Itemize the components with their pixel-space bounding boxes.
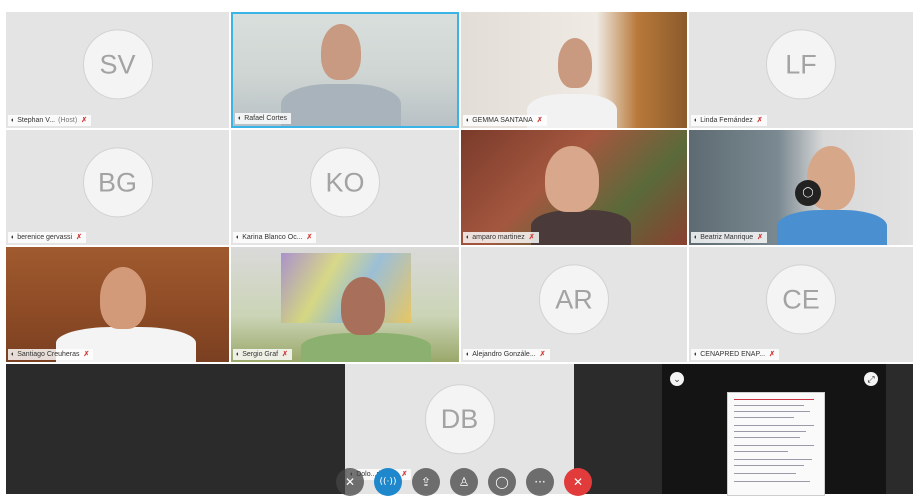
- expand-icon[interactable]: ⤢: [864, 372, 878, 386]
- avatar: CE: [766, 263, 836, 334]
- microphone-icon: ◖: [10, 234, 15, 241]
- microphone-icon: ◖: [465, 351, 470, 358]
- video-person-head: [558, 38, 592, 88]
- muted-icon: ✗: [756, 117, 763, 124]
- participant-name: Sergio Graf: [242, 351, 279, 358]
- participant-name: CENAPRED ENAP...: [700, 351, 766, 358]
- participant-name: amparo martinez: [472, 234, 525, 241]
- muted-icon: ✗: [76, 234, 82, 241]
- hang-up-button[interactable]: ✕: [564, 468, 592, 496]
- participant-tile-karina[interactable]: KO ◖ Karina Blanco Oc... ✗: [231, 130, 459, 245]
- participant-tile-linda[interactable]: LF ◖ Linda Fernández ✗: [689, 12, 913, 128]
- participant-tile-rafael[interactable]: ◖ Rafael Cortes: [231, 12, 459, 128]
- muted-icon: ✗: [282, 351, 288, 358]
- muted-icon: ✗: [306, 234, 313, 241]
- participant-name: Linda Fernández: [700, 117, 753, 124]
- participant-name-label: ◖ Alejandro Gonzále... ✗: [463, 349, 550, 360]
- microphone-icon: ◖: [693, 117, 698, 124]
- participant-name: berenice gervassi: [17, 234, 73, 241]
- muted-icon: ✗: [83, 351, 90, 358]
- participant-name: Stephan V...: [17, 117, 56, 124]
- participant-name: Beatriz Manrique: [700, 234, 754, 241]
- meeting-toolbar: ✕ ((·)) ⇪ ♙ ◯ ··· ✕: [336, 468, 592, 496]
- participant-tile-santiago[interactable]: ◖ Santiago Creuheras ✗: [6, 247, 229, 362]
- muted-icon: ✗: [757, 234, 764, 241]
- participant-name-label: ◖ Linda Fernández ✗: [691, 115, 767, 126]
- participant-name-label: ◖ CENAPRED ENAP... ✗: [691, 349, 779, 360]
- avatar: LF: [766, 29, 836, 100]
- participant-name-label: ◖ Santiago Creuheras ✗: [8, 349, 94, 360]
- muted-icon: ✗: [536, 117, 543, 124]
- video-person-shirt: [301, 333, 431, 362]
- participant-name-label: ◖ GEMMA SANTANA ✗: [463, 115, 547, 126]
- participant-name: GEMMA SANTANA: [472, 117, 533, 124]
- muted-icon: ✗: [528, 234, 535, 241]
- participant-tile-sergio[interactable]: ◖ Sergio Graf ✗: [231, 247, 459, 362]
- participant-tile-stephan[interactable]: SV ◖ Stephan V... (Host) ✗: [6, 12, 229, 128]
- microphone-icon: ◖: [693, 234, 698, 241]
- video-person-head: [341, 277, 385, 335]
- participant-name: Rafael Cortes: [244, 115, 288, 122]
- participant-name-label: ◖ Sergio Graf ✗: [233, 349, 292, 360]
- microphone-icon: ◖: [693, 351, 698, 358]
- video-person-head: [321, 24, 361, 80]
- shared-document-preview: [727, 392, 825, 496]
- video-person-shirt: [777, 210, 887, 245]
- avatar: AR: [539, 263, 609, 334]
- microphone-icon: ◖: [235, 234, 240, 241]
- avatar: DB: [424, 384, 495, 455]
- participant-tile-gemma[interactable]: ◖ GEMMA SANTANA ✗: [461, 12, 687, 128]
- chat-button[interactable]: ◯: [488, 468, 516, 496]
- participant-name-label: ◖ Stephan V... (Host) ✗: [8, 115, 92, 126]
- video-person-shirt: [531, 210, 631, 245]
- microphone-icon: ◖: [235, 351, 240, 358]
- mute-microphone-button[interactable]: ✕: [336, 468, 364, 496]
- microphone-icon: ◖: [237, 115, 242, 122]
- microphone-icon: ◖: [10, 117, 15, 124]
- participant-name-label: ◖ Rafael Cortes: [235, 113, 292, 124]
- more-options-button[interactable]: ···: [526, 468, 554, 496]
- video-person-head: [100, 267, 146, 329]
- participant-name: Alejandro Gonzále...: [472, 351, 536, 358]
- avatar: SV: [82, 29, 153, 100]
- chat-bubble-icon[interactable]: ◯: [795, 180, 821, 206]
- video-person-shirt: [281, 84, 401, 126]
- collapse-chevron-icon[interactable]: ⌄: [670, 372, 684, 386]
- avatar: KO: [310, 146, 380, 217]
- host-tag: (Host): [58, 117, 78, 124]
- microphone-icon: ◖: [465, 234, 470, 241]
- participant-tile-cenapred[interactable]: CE ◖ CENAPRED ENAP... ✗: [689, 247, 913, 362]
- microphone-icon: ◖: [465, 117, 470, 124]
- participant-name-label: ◖ berenice gervassi ✗: [8, 232, 86, 243]
- participant-name-label: ◖ Karina Blanco Oc... ✗: [233, 232, 317, 243]
- participant-tile-alejandro[interactable]: AR ◖ Alejandro Gonzále... ✗: [461, 247, 687, 362]
- muted-icon: ✗: [81, 117, 88, 124]
- participant-name-label: ◖ Beatriz Manrique ✗: [691, 232, 768, 243]
- participant-name: Karina Blanco Oc...: [242, 234, 303, 241]
- participant-name-label: ◖ amparo martinez ✗: [463, 232, 539, 243]
- audio-connection-button[interactable]: ((·)): [374, 468, 402, 496]
- participant-tile-berenice[interactable]: BG ◖ berenice gervassi ✗: [6, 130, 229, 245]
- microphone-icon: ◖: [10, 351, 15, 358]
- share-screen-button[interactable]: ⇪: [412, 468, 440, 496]
- participant-tile-beatriz[interactable]: ◯ ◖ Beatriz Manrique ✗: [689, 130, 913, 245]
- screen-share-panel[interactable]: ⌄ ⤢: [662, 364, 886, 496]
- muted-icon: ✗: [539, 351, 546, 358]
- avatar: BG: [82, 146, 153, 217]
- participant-name: Santiago Creuheras: [17, 351, 80, 358]
- participant-tile-amparo[interactable]: ◖ amparo martinez ✗: [461, 130, 687, 245]
- muted-icon: ✗: [769, 351, 775, 358]
- video-person-head: [545, 146, 599, 212]
- participants-button[interactable]: ♙: [450, 468, 478, 496]
